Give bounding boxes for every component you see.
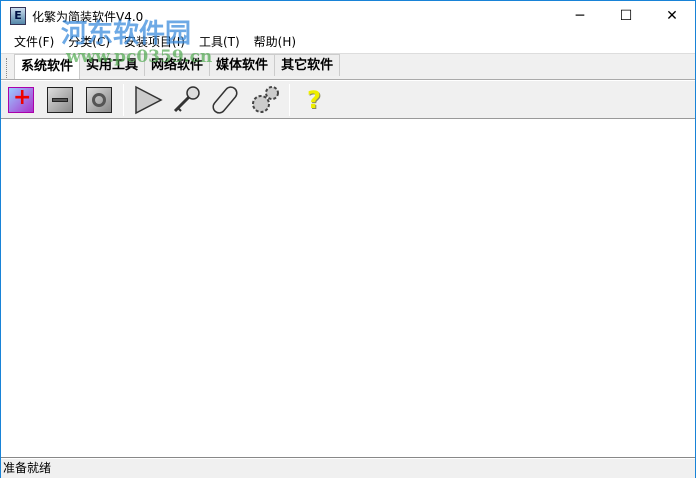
- status-bar: 准备就绪: [1, 459, 695, 478]
- tab-other[interactable]: 其它软件: [274, 54, 341, 76]
- menu-install[interactable]: 安装项目(I): [117, 33, 192, 50]
- key-icon: [173, 85, 200, 112]
- option-icon: [86, 86, 112, 113]
- help-icon: ?: [307, 85, 321, 114]
- gears-button[interactable]: [249, 84, 281, 116]
- key-button[interactable]: [171, 84, 203, 116]
- tab-system[interactable]: 系统软件: [14, 54, 81, 79]
- menu-category[interactable]: 分类(C): [61, 33, 117, 50]
- category-tabs: 系统软件 实用工具 网络软件 媒体软件 其它软件: [1, 53, 695, 80]
- remove-icon: [47, 86, 73, 113]
- toolbar-separator: [289, 83, 290, 116]
- pill-icon: [212, 85, 238, 114]
- app-icon: E: [10, 7, 26, 25]
- grip-handle[interactable]: [6, 58, 9, 78]
- run-button[interactable]: [132, 84, 164, 116]
- tab-media[interactable]: 媒体软件: [209, 54, 276, 76]
- tab-network[interactable]: 网络软件: [144, 54, 211, 76]
- menu-file[interactable]: 文件(F): [7, 33, 61, 50]
- run-icon: [135, 85, 163, 114]
- add-button[interactable]: +: [5, 84, 37, 116]
- option-button[interactable]: [83, 84, 115, 116]
- tab-utilities[interactable]: 实用工具: [79, 54, 146, 76]
- remove-button[interactable]: [44, 84, 76, 116]
- gears-icon: [252, 85, 279, 113]
- menu-bar: 文件(F) 分类(C) 安装项目(I) 工具(T) 帮助(H): [1, 31, 695, 52]
- pill-button[interactable]: [210, 84, 242, 116]
- title-bar: E 化繁为简装软件V4.0 ─ ☐ ✕: [1, 1, 695, 31]
- minimize-button[interactable]: ─: [557, 1, 603, 31]
- maximize-button[interactable]: ☐: [603, 1, 649, 31]
- window-title: 化繁为简装软件V4.0: [32, 9, 144, 24]
- menu-help[interactable]: 帮助(H): [247, 33, 303, 50]
- menu-tools[interactable]: 工具(T): [192, 33, 247, 50]
- toolbar-separator: [123, 83, 124, 116]
- software-list[interactable]: [1, 120, 695, 458]
- toolbar: + ?: [1, 81, 695, 119]
- close-button[interactable]: ✕: [649, 1, 695, 31]
- add-icon: +: [8, 85, 34, 113]
- help-button[interactable]: ?: [298, 84, 330, 116]
